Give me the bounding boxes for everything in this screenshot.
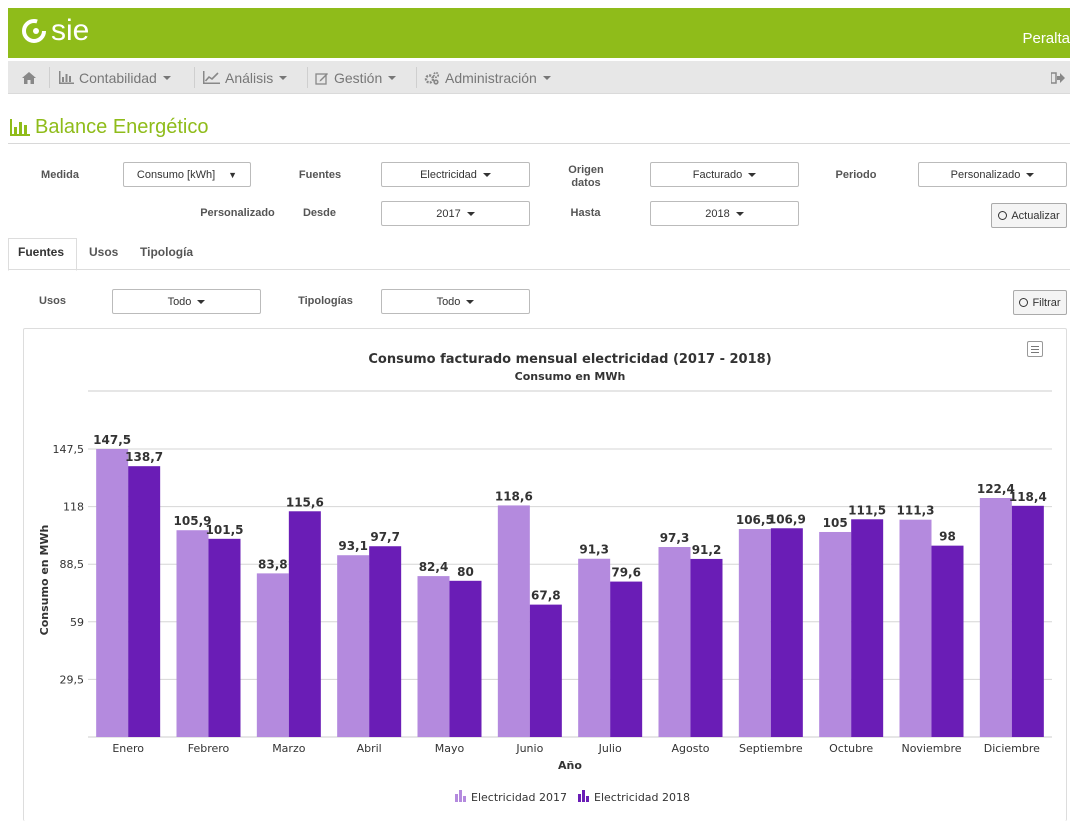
hasta-value: 2018: [705, 207, 730, 220]
origen-value: Facturado: [692, 168, 743, 181]
nav-gestion-label: Gestión: [334, 69, 383, 86]
chevron-down-icon: [542, 75, 551, 80]
hasta-select[interactable]: 2018: [650, 201, 799, 226]
fuentes-select[interactable]: Electricidad: [381, 162, 530, 187]
logout-icon: [1051, 71, 1065, 84]
tab-fuentes[interactable]: Fuentes: [18, 245, 64, 259]
periodo-select[interactable]: Personalizado: [918, 162, 1067, 187]
usos-value: Todo: [167, 295, 192, 308]
periodo-value: Personalizado: [950, 168, 1021, 181]
tipologias-value: Todo: [436, 295, 461, 308]
fuentes-value: Electricidad: [420, 168, 477, 181]
medida-label: Medida: [41, 169, 79, 181]
nav-analisis-label: Análisis: [225, 69, 274, 86]
home-icon: [22, 71, 36, 84]
user-name[interactable]: Peralta: [1022, 30, 1070, 47]
title-divider: [8, 143, 1070, 144]
fuentes-label: Fuentes: [298, 169, 342, 181]
edit-icon: [315, 72, 328, 85]
personalizado-label: Personalizado: [200, 207, 275, 219]
origen-select[interactable]: Facturado: [650, 162, 799, 187]
usos-label: Usos: [39, 295, 66, 307]
main-nav: Contabilidad Análisis Gestión Administra…: [8, 61, 1070, 94]
nav-analisis[interactable]: Análisis: [203, 61, 288, 94]
actualizar-label: Actualizar: [1011, 209, 1060, 222]
origen-datos-label: Origen datos: [556, 164, 616, 190]
tabs-divider: [8, 269, 1070, 270]
chevron-down-icon: [279, 75, 288, 80]
page-title: Balance Energético: [10, 116, 208, 139]
desde-label: Desde: [302, 207, 337, 219]
origen-label-line2: datos: [571, 177, 601, 189]
chevron-down-icon: [466, 211, 475, 216]
chevron-down-icon: [162, 75, 171, 80]
filtrar-button[interactable]: Filtrar: [1013, 290, 1067, 315]
actualizar-button[interactable]: Actualizar: [991, 203, 1067, 228]
refresh-icon: [998, 211, 1008, 220]
gears-icon: [424, 71, 440, 85]
page-title-text: Balance Energético: [35, 116, 209, 138]
hasta-label: Hasta: [570, 207, 601, 219]
bar-chart-icon: [10, 119, 30, 136]
chevron-down-icon: [197, 299, 206, 304]
chevron-down-icon: [482, 172, 491, 177]
logo-text: sie: [51, 14, 90, 47]
tipologias-select[interactable]: Todo: [381, 289, 530, 314]
nav-contabilidad-label: Contabilidad: [79, 69, 157, 86]
chart-menu-button[interactable]: [1027, 341, 1043, 357]
logout-button[interactable]: [1051, 61, 1065, 94]
chevron-down-icon: [1026, 172, 1035, 177]
line-chart-icon: [203, 71, 220, 84]
nav-contabilidad[interactable]: Contabilidad: [58, 61, 171, 94]
nav-gestion[interactable]: Gestión: [315, 61, 397, 94]
filter-icon: [1019, 298, 1029, 307]
desde-value: 2017: [436, 207, 461, 220]
chevron-down-icon: [748, 172, 757, 177]
tab-usos[interactable]: Usos: [89, 245, 118, 259]
logo[interactable]: sie: [21, 16, 89, 46]
desde-select[interactable]: 2017: [381, 201, 530, 226]
periodo-label: Periodo: [835, 169, 877, 181]
tab-tipologia[interactable]: Tipología: [140, 245, 193, 259]
usos-select[interactable]: Todo: [112, 289, 261, 314]
filtrar-label: Filtrar: [1032, 296, 1061, 309]
medida-value: Consumo [kWh]: [136, 168, 216, 181]
tipologias-label: Tipologías: [298, 295, 353, 307]
app-header: sie Peralta: [8, 8, 1070, 58]
bar-chart-icon: [59, 71, 74, 84]
nav-administracion[interactable]: Administración: [424, 61, 551, 94]
home-button[interactable]: [21, 61, 37, 94]
logo-icon: [22, 19, 46, 43]
origen-label-line1: Origen: [568, 164, 604, 176]
nav-administracion-label: Administración: [445, 69, 537, 86]
chart-panel: [23, 328, 1067, 821]
chevron-down-icon: [388, 75, 397, 80]
dropdown-arrow-icon: ▼: [228, 169, 238, 180]
chevron-down-icon: [735, 211, 744, 216]
chevron-down-icon: [466, 299, 475, 304]
medida-select[interactable]: Consumo [kWh] ▼: [123, 162, 251, 187]
